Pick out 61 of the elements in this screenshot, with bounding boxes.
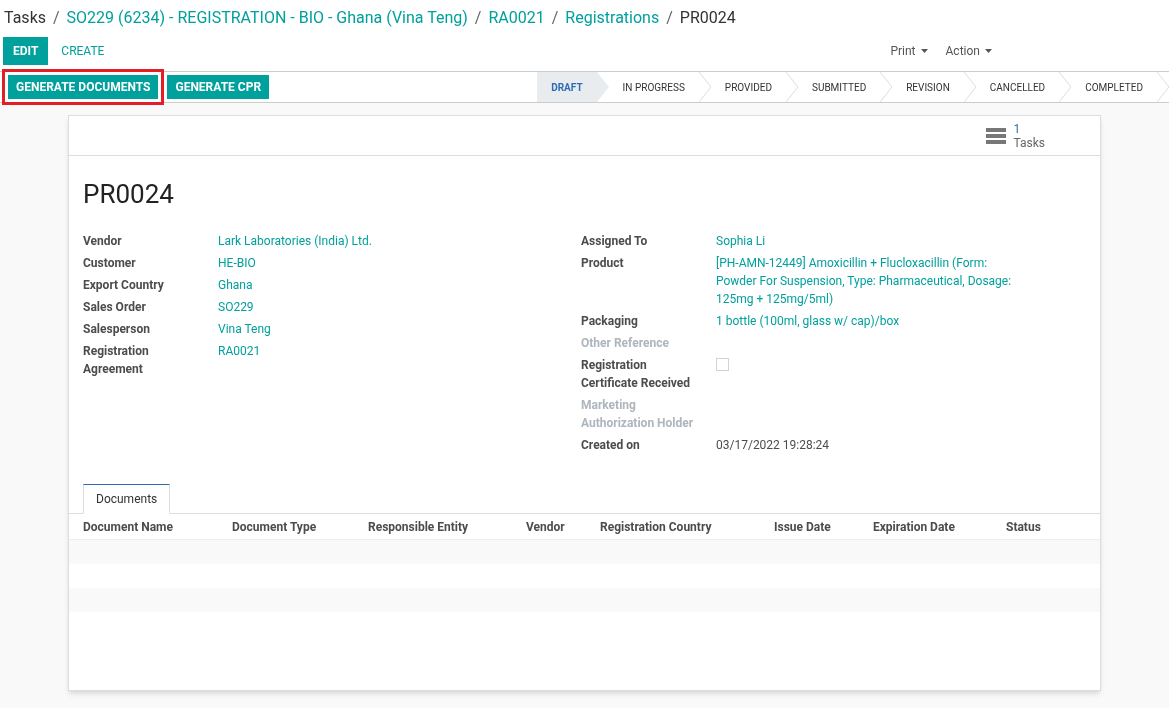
field-value: 03/17/2022 19:28:24 — [716, 438, 830, 452]
breadcrumb-separator: / — [474, 7, 482, 29]
breadcrumb-link[interactable]: Registrations — [565, 6, 660, 30]
field-label: Registration Certificate Received — [581, 357, 692, 392]
column-header[interactable]: Registration Country — [600, 517, 774, 536]
chevron-divider-icon — [963, 72, 976, 102]
breadcrumb-separator: / — [666, 7, 673, 29]
field-label: Customer — [83, 255, 137, 272]
dropdown-menu-button[interactable]: Print — [890, 41, 928, 60]
field-link[interactable]: [PH-AMN-12449] Amoxicillin + Flucloxacillin (Form: Powder For Suspension, Type: Pharmaceutical, Dosage: 125mg + 125mg/5ml) — [716, 254, 1025, 308]
field-link[interactable]: SO229 — [218, 298, 565, 316]
field-label: Other Reference — [581, 335, 670, 352]
field-label: Sales Order — [83, 299, 147, 316]
field-link[interactable]: Lark Laboratories (India) Ltd. — [218, 232, 565, 250]
edit-button[interactable]: EDIT — [3, 36, 49, 65]
tasks-label: Tasks — [1013, 135, 1045, 150]
column-header[interactable]: Responsible Entity — [368, 517, 526, 536]
column-header[interactable]: Issue Date — [774, 517, 873, 536]
field-link[interactable]: Ghana — [218, 276, 565, 294]
chevron-divider-icon — [1157, 72, 1169, 102]
field-link[interactable]: 1 bottle (100ml, glass w/ cap)/box — [716, 312, 1025, 330]
field-link[interactable]: Sophia Li — [716, 232, 1025, 250]
breadcrumb-separator: / — [53, 7, 60, 29]
chevron-divider-icon — [785, 72, 798, 102]
create-button[interactable]: CREATE — [48, 36, 118, 65]
dropdown-menu-button[interactable]: Action — [945, 41, 992, 60]
field-label: Created on — [581, 437, 641, 454]
breadcrumb-link[interactable]: SO229 (6234) - REGISTRATION - BIO - Ghana (Vina Teng) — [66, 6, 468, 30]
field-label: Packaging — [581, 313, 639, 330]
field-link[interactable]: HE-BIO — [218, 254, 565, 272]
notebook-tab[interactable]: Documents — [83, 484, 171, 514]
field-label: Registration Agreement — [83, 343, 150, 378]
breadcrumb-separator: / — [551, 7, 559, 29]
field-label: Vendor — [83, 233, 123, 250]
breadcrumb-current: PR0024 — [679, 7, 736, 29]
column-header[interactable]: Document Name — [83, 517, 232, 536]
checkbox[interactable] — [716, 358, 729, 371]
field-label: Assigned To — [581, 233, 649, 250]
column-header[interactable]: Status — [1006, 517, 1086, 536]
record-title: PR0024 — [83, 178, 175, 211]
caret-icon — [984, 48, 992, 53]
column-header[interactable]: Document Type — [232, 517, 368, 536]
chevron-divider-icon — [698, 72, 711, 102]
column-header[interactable]: Vendor — [526, 517, 600, 536]
caret-icon — [920, 48, 928, 53]
column-header[interactable]: Expiration Date — [873, 517, 1006, 536]
server-stack-icon — [985, 127, 1006, 144]
field-label: Salesperson — [83, 321, 151, 338]
field-link[interactable]: RA0021 — [218, 342, 565, 360]
tasks-count: 1 — [1013, 121, 1021, 136]
generate-button[interactable]: GENERATE CPR — [167, 75, 270, 99]
chevron-divider-icon — [1059, 72, 1072, 102]
field-label: Product — [581, 255, 625, 272]
field-link[interactable]: Vina Teng — [218, 320, 565, 338]
tasks-smart-button[interactable]: 1 Tasks — [985, 116, 1045, 155]
chevron-divider-icon — [880, 72, 893, 102]
field-label: Marketing Authorization Holder — [581, 397, 695, 432]
generate-button[interactable]: GENERATE DOCUMENTS — [8, 75, 159, 99]
field-label: Export Country — [83, 277, 165, 294]
breadcrumb-current: Tasks — [4, 7, 46, 29]
breadcrumb-link[interactable]: RA0021 — [488, 6, 545, 30]
